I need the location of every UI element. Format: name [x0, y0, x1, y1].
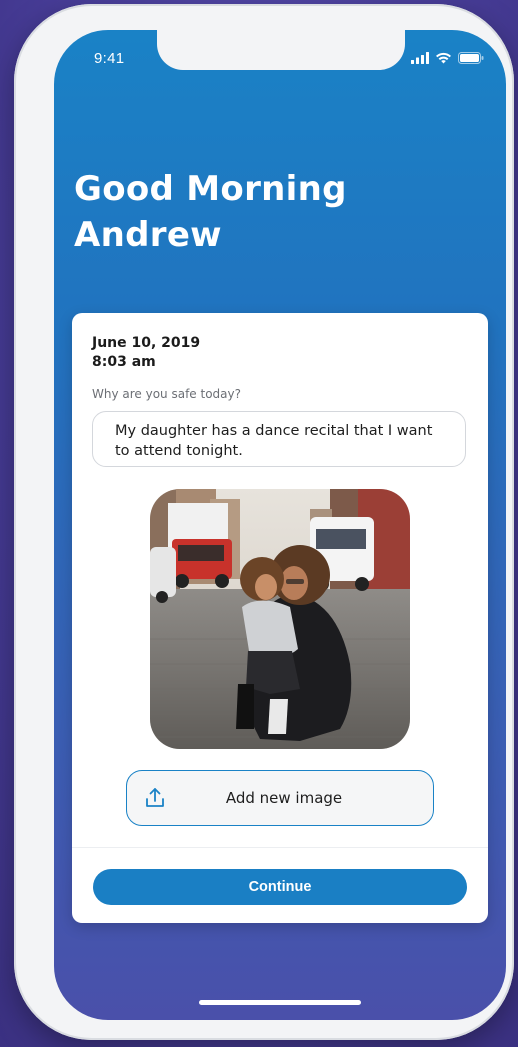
- home-indicator[interactable]: [199, 1000, 361, 1005]
- add-image-button[interactable]: Add new image: [126, 770, 434, 826]
- phone-frame: 9:41 Good Morning Andrew June 10, 2019 8…: [14, 4, 514, 1040]
- entry-time: 8:03 am: [92, 354, 156, 370]
- journal-entry-card: June 10, 2019 8:03 am Why are you safe t…: [72, 313, 488, 923]
- photo-mother-and-daughter-icon: [150, 489, 410, 749]
- greeting-line-1: Good Morning: [74, 169, 347, 209]
- card-divider: [72, 847, 488, 848]
- entry-date: June 10, 2019: [92, 335, 201, 351]
- add-image-label: Add new image: [225, 789, 343, 807]
- phone-notch: [157, 30, 405, 70]
- greeting-title: Good Morning Andrew: [74, 166, 347, 258]
- prompt-label: Why are you safe today?: [92, 387, 241, 401]
- app-screen: 9:41 Good Morning Andrew June 10, 2019 8…: [54, 30, 506, 1020]
- entry-photo: [150, 489, 410, 749]
- continue-button[interactable]: Continue: [93, 869, 467, 905]
- status-time: 9:41: [94, 50, 125, 67]
- answer-text-field[interactable]: My daughter has a dance recital that I w…: [92, 411, 466, 467]
- battery-icon: [458, 52, 484, 64]
- status-icons: [411, 52, 484, 64]
- signal-icon: [411, 52, 429, 64]
- greeting-line-2: Andrew: [74, 215, 222, 255]
- wifi-icon: [436, 52, 451, 64]
